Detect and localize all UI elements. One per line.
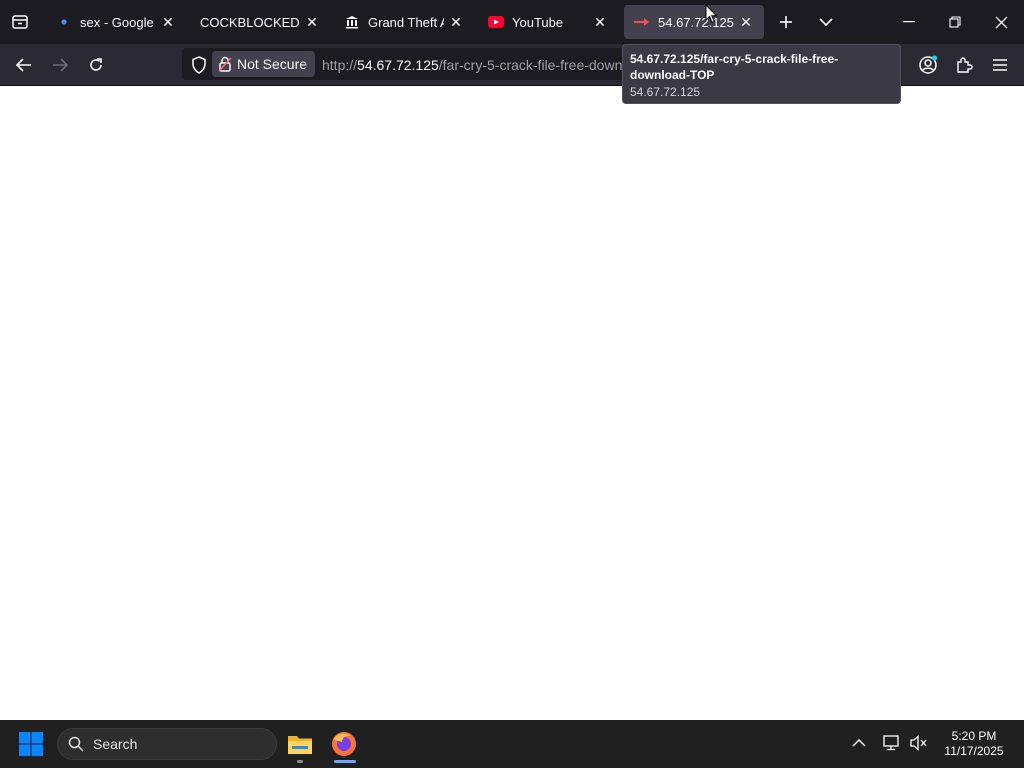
lock-warning-icon bbox=[218, 56, 232, 72]
volume-muted-icon[interactable] bbox=[910, 735, 930, 753]
url-scheme: http:// bbox=[322, 57, 358, 73]
windows-start-icon[interactable] bbox=[18, 731, 46, 759]
menu-icon[interactable] bbox=[985, 50, 1015, 80]
tab-cockblocked[interactable]: COCKBLOCKED ✕ bbox=[190, 5, 330, 39]
tab-tooltip: 54.67.72.125/far-cry-5-crack-file-free-d… bbox=[622, 44, 901, 104]
tab-active-54-67-72-125[interactable]: 54.67.72.125/fa ✕ bbox=[624, 5, 764, 39]
minimize-icon[interactable] bbox=[886, 0, 932, 44]
chevron-up-icon[interactable] bbox=[852, 735, 870, 753]
new-tab-icon[interactable] bbox=[772, 8, 800, 36]
not-secure-label: Not Secure bbox=[237, 56, 308, 72]
not-secure-badge[interactable]: Not Secure bbox=[212, 51, 316, 77]
back-icon[interactable] bbox=[9, 50, 39, 80]
close-icon[interactable]: ✕ bbox=[160, 14, 176, 30]
account-icon[interactable] bbox=[913, 50, 943, 80]
firefox-taskbar-icon[interactable] bbox=[330, 730, 360, 763]
page-content[interactable] bbox=[0, 86, 1024, 720]
taskbar-clock[interactable]: 5:20 PM 11/17/2025 bbox=[936, 729, 1012, 759]
tab-label: 54.67.72.125/fa bbox=[658, 14, 734, 30]
close-icon[interactable]: ✕ bbox=[738, 14, 754, 30]
tab-label: sex - Google Se bbox=[80, 14, 156, 30]
clock-time: 5:20 PM bbox=[951, 729, 997, 743]
tooltip-host: 54.67.72.125 bbox=[630, 85, 701, 99]
tooltip-title: 54.67.72.125/far-cry-5-crack-file-free-d… bbox=[630, 52, 839, 82]
network-icon[interactable] bbox=[883, 735, 903, 753]
reload-icon[interactable] bbox=[81, 50, 111, 80]
red-arrow-icon bbox=[634, 14, 650, 30]
tab-grand-theft-auto[interactable]: Grand Theft Aut ✕ bbox=[334, 5, 474, 39]
close-icon[interactable]: ✕ bbox=[448, 14, 464, 30]
tab-label: YouTube bbox=[512, 14, 564, 30]
url-path: /far-cry-5-crack-file-free-down bbox=[438, 57, 622, 73]
google-dot-icon bbox=[56, 14, 72, 30]
close-icon[interactable]: ✕ bbox=[304, 14, 320, 30]
tab-youtube[interactable]: YouTube ✕ bbox=[478, 5, 618, 39]
forward-icon bbox=[45, 50, 75, 80]
tab-label: Grand Theft Aut bbox=[368, 14, 444, 30]
restore-icon[interactable] bbox=[932, 0, 978, 44]
list-all-tabs-icon[interactable] bbox=[812, 8, 840, 36]
mouse-cursor-icon bbox=[705, 3, 718, 29]
url-host: 54.67.72.125 bbox=[357, 57, 439, 73]
close-icon[interactable]: ✕ bbox=[592, 14, 608, 30]
tab-google-search[interactable]: sex - Google Se ✕ bbox=[46, 5, 186, 39]
taskbar-search[interactable]: Search bbox=[57, 728, 277, 760]
tab-label: COCKBLOCKED bbox=[200, 14, 300, 30]
tracking-protection-shield-icon[interactable] bbox=[184, 50, 214, 80]
youtube-icon bbox=[488, 14, 504, 30]
extensions-icon[interactable] bbox=[949, 50, 979, 80]
museum-icon bbox=[344, 14, 360, 30]
url-text[interactable]: http://54.67.72.125/far-cry-5-crack-file… bbox=[322, 57, 622, 73]
search-icon bbox=[68, 736, 84, 752]
firefox-view-icon[interactable] bbox=[6, 8, 34, 36]
clock-date: 11/17/2025 bbox=[944, 744, 1004, 758]
close-window-icon[interactable] bbox=[978, 0, 1024, 44]
file-explorer-icon[interactable] bbox=[286, 730, 316, 763]
search-label: Search bbox=[93, 736, 138, 752]
